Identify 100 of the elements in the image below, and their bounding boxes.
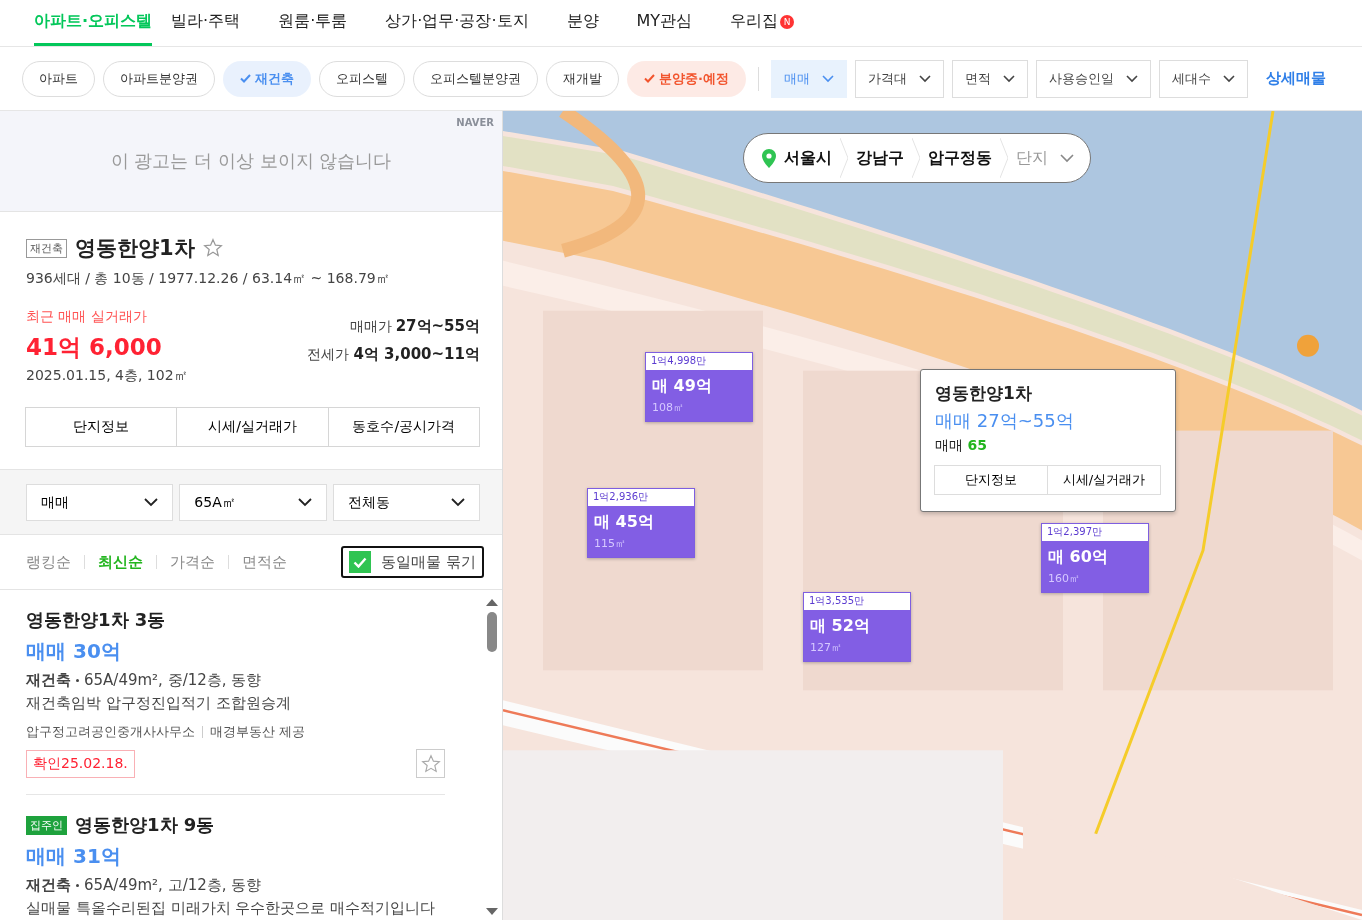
listing-price: 매매 31억 xyxy=(26,843,122,870)
listing-price: 매매 30억 xyxy=(26,638,122,665)
complex-info: 936세대 / 총 10동 / 1977.12.26 / 63.14㎡ ~ 168.79㎡ xyxy=(26,270,391,288)
complex-tag: 재건축 xyxy=(26,238,67,258)
scrollbar-thumb[interactable] xyxy=(487,612,497,652)
listing-description: 실매물 특올수리된집 미래가치 우수한곳으로 매수적기입니다 xyxy=(26,899,437,918)
chevron-separator-icon xyxy=(912,138,920,178)
separator-dot xyxy=(76,884,79,887)
listing-type: 재건축 xyxy=(26,671,71,690)
checkbox[interactable] xyxy=(349,551,372,573)
check-icon xyxy=(644,74,655,83)
popup-price: 매매 27억~55억 xyxy=(935,409,1075,433)
price-marker[interactable]: 1억2,936만 매 45억 115㎡ xyxy=(587,488,695,558)
category-tab[interactable]: 빌라·주택 xyxy=(171,0,260,46)
breadcrumb-item[interactable]: 압구정동 xyxy=(928,147,992,169)
complex-name: 영동한양1차 xyxy=(75,235,195,262)
category-tab[interactable]: 우리집 N xyxy=(730,0,814,46)
marker-price: 매 52억 xyxy=(810,616,871,637)
listing-title[interactable]: 영동한양1차 9동 xyxy=(75,813,215,837)
breadcrumb-item[interactable]: 서울시 xyxy=(784,147,832,169)
filter-chip[interactable]: 아파트분양권 xyxy=(103,60,215,97)
recent-price-label: 최근 매매 실거래가 xyxy=(26,308,148,326)
filter-chip[interactable]: 오피스텔 xyxy=(319,60,405,97)
detail-search-link[interactable]: 상세매물 xyxy=(1265,69,1326,88)
new-badge: N xyxy=(780,14,795,29)
listing-count: 65 xyxy=(967,437,987,453)
price-marker[interactable]: 1억4,998만 매 49억 108㎡ xyxy=(645,352,753,422)
price-range-value: 27억~55억 xyxy=(395,317,480,335)
breadcrumb-item[interactable]: 강남구 xyxy=(856,147,904,169)
sort-option[interactable]: 랭킹순 xyxy=(26,552,71,572)
marker-area: 127㎡ xyxy=(810,640,904,655)
filter-chip[interactable]: 재개발 xyxy=(546,60,619,97)
confirmed-date-tag: 확인25.02.18. xyxy=(26,749,135,778)
price-range-label: 전세가 xyxy=(307,346,350,362)
group-same-checkbox[interactable]: 동일매물 묶기 xyxy=(341,546,484,578)
marker-price: 매 49억 xyxy=(652,376,713,397)
separator-dot xyxy=(76,679,79,682)
category-tab[interactable]: 상가·업무·공장·토지 xyxy=(385,0,548,46)
complex-tab-button[interactable]: 단지정보 xyxy=(25,407,178,447)
scroll-up-arrow-icon[interactable] xyxy=(486,598,498,606)
filter-dropdown[interactable]: 가격대 xyxy=(854,59,944,98)
popup-title: 영동한양1차 xyxy=(935,382,1033,405)
check-icon xyxy=(353,556,368,568)
list-select[interactable]: 전체동 xyxy=(332,484,480,521)
price-per-pyeong: 1억4,998만 xyxy=(646,353,752,370)
price-range-value: 4억 3,000~11억 xyxy=(353,345,480,363)
popup-button[interactable]: 단지정보 xyxy=(934,465,1048,495)
sort-option[interactable]: 가격순 xyxy=(170,552,215,572)
filter-chip[interactable]: 아파트 xyxy=(22,60,95,97)
complex-tab-button[interactable]: 시세/실거래가 xyxy=(176,407,329,447)
price-range-label: 매매가 xyxy=(349,318,392,334)
location-pin-icon xyxy=(762,148,776,168)
marker-price: 매 45억 xyxy=(594,512,655,533)
recent-price: 41억 6,000 xyxy=(26,333,163,362)
listing-count-label: 매매 xyxy=(935,437,963,453)
chevron-down-icon xyxy=(821,74,834,83)
chevron-down-icon xyxy=(144,498,159,507)
listing-type: 재건축 xyxy=(26,876,71,895)
listing-title[interactable]: 영동한양1차 3동 xyxy=(26,608,166,632)
chevron-separator-icon xyxy=(840,138,848,178)
category-tab[interactable]: 원룸·투룸 xyxy=(278,0,367,46)
ad-message: 이 광고는 더 이상 보이지 않습니다 xyxy=(110,149,392,173)
listing-description: 재건축임박 압구정진입적기 조합원승계 xyxy=(26,694,292,713)
list-select[interactable]: 65A㎡ xyxy=(179,484,327,521)
popup-button[interactable]: 시세/실거래가 xyxy=(1047,465,1161,495)
star-icon[interactable] xyxy=(202,238,223,258)
price-marker[interactable]: 1억3,535만 매 52억 127㎡ xyxy=(803,592,911,662)
listing-spec: 65A/49m², 중/12층, 동향 xyxy=(84,671,262,690)
price-per-pyeong: 1억3,535만 xyxy=(804,593,910,610)
price-per-pyeong: 1억2,397만 xyxy=(1042,524,1148,541)
marker-area: 160㎡ xyxy=(1048,571,1142,586)
chevron-down-icon xyxy=(1125,74,1138,83)
price-marker[interactable]: 1억2,397만 매 60억 160㎡ xyxy=(1041,523,1149,593)
scroll-down-arrow-icon[interactable] xyxy=(486,908,498,916)
filter-dropdown[interactable]: 세대수 xyxy=(1158,59,1248,98)
chevron-down-icon xyxy=(1002,74,1015,83)
category-tab[interactable]: MY관심 xyxy=(636,0,712,46)
data-source: 매경부동산 제공 xyxy=(210,723,306,741)
price-per-pyeong: 1억2,936만 xyxy=(588,489,694,506)
chevron-down-icon xyxy=(297,498,312,507)
marker-price: 매 60억 xyxy=(1048,547,1109,568)
category-tab[interactable]: 분양 xyxy=(566,0,618,46)
ad-brand: NAVER xyxy=(456,117,494,128)
marker-area: 115㎡ xyxy=(594,536,688,551)
chevron-down-icon xyxy=(1222,74,1235,83)
marker-area: 108㎡ xyxy=(652,400,746,415)
chevron-separator-icon xyxy=(1000,138,1008,178)
favorite-button[interactable] xyxy=(416,749,445,778)
chevron-down-icon xyxy=(451,498,465,507)
complex-tab-button[interactable]: 동호수/공시가격 xyxy=(327,407,480,447)
filter-dropdown[interactable]: 사용승인일 xyxy=(1035,59,1151,98)
filter-chip[interactable]: 오피스텔분양권 xyxy=(413,60,538,97)
chevron-down-icon xyxy=(918,74,931,83)
listing-spec: 65A/49m², 고/12층, 동향 xyxy=(84,876,262,895)
agent-name: 압구정고려공인중개사사무소 xyxy=(26,723,195,741)
filter-dropdown[interactable]: 면적 xyxy=(951,59,1028,98)
list-select[interactable]: 매매 xyxy=(26,484,174,521)
owner-tag: 집주인 xyxy=(26,815,67,835)
sort-option[interactable]: 면적순 xyxy=(242,552,287,572)
recent-deal-detail: 2025.01.15, 4층, 102㎡ xyxy=(26,367,188,385)
